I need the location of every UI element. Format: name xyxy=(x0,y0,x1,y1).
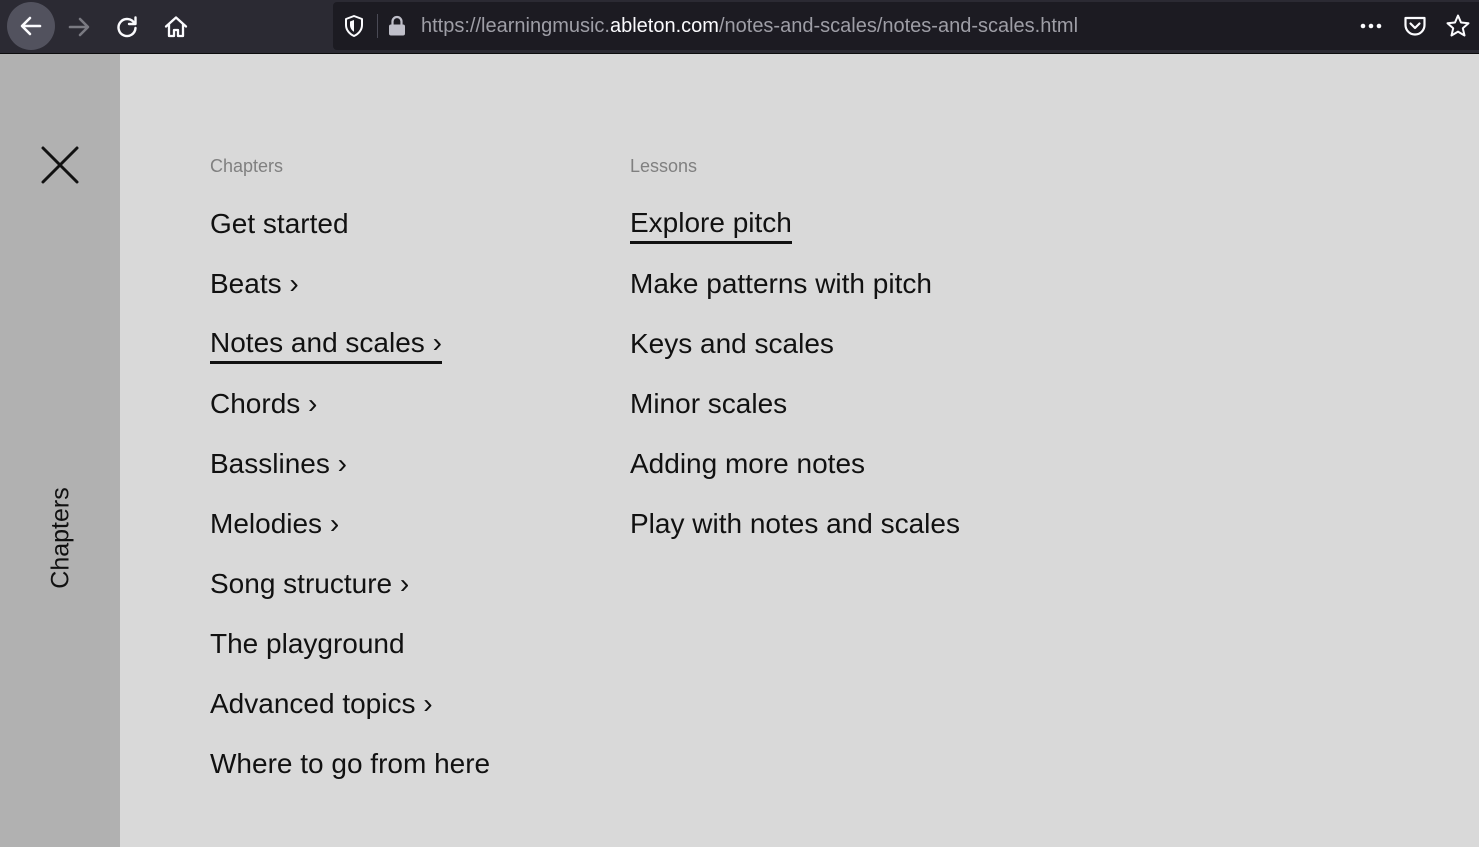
chapter-item-notes-and-scales: Notes and scales › xyxy=(210,324,490,384)
chapter-item-beats: Beats › xyxy=(210,264,490,324)
chapters-list: Get started Beats › Notes and scales › C… xyxy=(210,204,490,804)
sidebar-chapters-label[interactable]: Chapters xyxy=(47,487,76,588)
lesson-link[interactable]: Minor scales xyxy=(630,384,787,424)
chapter-item-where-to-go: Where to go from here xyxy=(210,744,490,804)
lesson-link[interactable]: Play with notes and scales xyxy=(630,504,960,544)
lesson-item-keys-and-scales: Keys and scales xyxy=(630,324,960,384)
lesson-link[interactable]: Make patterns with pitch xyxy=(630,264,932,304)
lesson-item-make-patterns: Make patterns with pitch xyxy=(630,264,960,324)
reload-icon xyxy=(117,16,137,38)
lesson-item-explore-pitch: Explore pitch xyxy=(630,204,960,264)
page-actions-button[interactable] xyxy=(1357,12,1385,40)
bookmark-star-button[interactable] xyxy=(1444,12,1472,40)
address-bar[interactable]: https://learningmusic.ableton.com/notes-… xyxy=(333,2,1479,50)
lesson-item-adding-more-notes: Adding more notes xyxy=(630,444,960,504)
close-icon xyxy=(41,146,79,184)
reload-button[interactable] xyxy=(104,4,150,50)
home-button[interactable] xyxy=(153,4,199,50)
chapter-link[interactable]: Melodies › xyxy=(210,504,339,544)
chapter-link[interactable]: Where to go from here xyxy=(210,744,490,784)
chapter-link[interactable]: Chords › xyxy=(210,384,317,424)
arrow-left-icon xyxy=(20,16,42,36)
lessons-heading: Lessons xyxy=(630,156,698,176)
chapter-link[interactable]: Basslines › xyxy=(210,444,347,484)
chapter-item-song-structure: Song structure › xyxy=(210,564,490,624)
lesson-link[interactable]: Adding more notes xyxy=(630,444,865,484)
chapter-item-playground: The playground xyxy=(210,624,490,684)
url-host: ableton.com xyxy=(609,15,719,37)
star-icon xyxy=(1446,14,1470,37)
browser-toolbar: https://learningmusic.ableton.com/notes-… xyxy=(0,0,1479,54)
lesson-link[interactable]: Keys and scales xyxy=(630,324,834,364)
pocket-button[interactable] xyxy=(1401,12,1429,40)
chapter-link[interactable]: The playground xyxy=(210,624,405,664)
url-path: /notes-and-scales/notes-and-scales.html xyxy=(718,15,1079,37)
lesson-link-active[interactable]: Explore pitch xyxy=(630,204,792,244)
chapter-item-basslines: Basslines › xyxy=(210,444,490,504)
chapter-item-chords: Chords › xyxy=(210,384,490,444)
more-horizontal-icon xyxy=(1360,23,1382,29)
chapter-link[interactable]: Advanced topics › xyxy=(210,684,433,724)
lessons-list: Explore pitch Make patterns with pitch K… xyxy=(630,204,960,564)
chapter-link[interactable]: Beats › xyxy=(210,264,299,304)
sidebar: Chapters xyxy=(0,54,120,847)
chapter-link[interactable]: Song structure › xyxy=(210,564,409,604)
lesson-item-minor-scales: Minor scales xyxy=(630,384,960,444)
chapters-heading: Chapters xyxy=(210,156,284,176)
chapter-link[interactable]: Get started xyxy=(210,204,349,244)
url-separator xyxy=(377,14,378,38)
shield-icon[interactable] xyxy=(343,14,365,38)
url-text[interactable]: https://learningmusic.ableton.com/notes-… xyxy=(421,14,1078,38)
lock-icon[interactable] xyxy=(386,14,408,38)
chapter-item-advanced-topics: Advanced topics › xyxy=(210,684,490,744)
back-button[interactable] xyxy=(7,2,55,50)
url-prefix: https://learningmusic. xyxy=(421,15,610,37)
chapter-link-active[interactable]: Notes and scales › xyxy=(210,324,442,364)
home-icon xyxy=(164,16,188,38)
chapter-item-get-started: Get started xyxy=(210,204,490,264)
lesson-item-play-with-notes: Play with notes and scales xyxy=(630,504,960,564)
forward-button[interactable] xyxy=(56,4,102,50)
chapter-item-melodies: Melodies › xyxy=(210,504,490,564)
pocket-icon xyxy=(1404,16,1426,36)
arrow-right-icon xyxy=(68,17,90,37)
close-menu-button[interactable] xyxy=(38,143,82,187)
